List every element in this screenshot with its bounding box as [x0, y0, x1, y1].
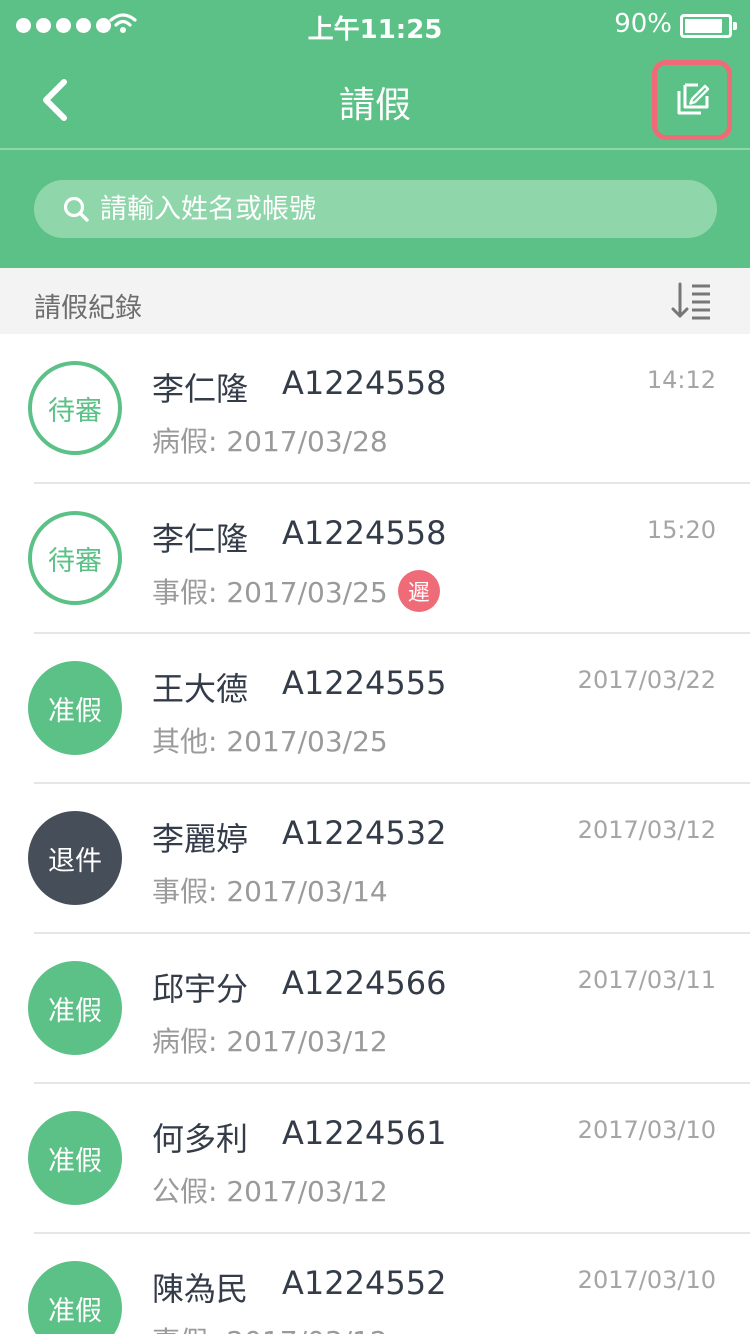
leave-type-date: 病假: 2017/03/28 [152, 425, 388, 458]
employee-id: A1224555 [282, 664, 447, 702]
leave-type-date: 其他: 2017/03/25 [152, 725, 388, 758]
edit-icon [677, 83, 710, 115]
leave-type-date: 病假: 2017/03/12 [152, 1025, 388, 1058]
sort-button[interactable] [670, 280, 716, 322]
list-item[interactable]: 准假 何多利 A1224561 公假: 2017/03/12 2017/03/10 [0, 1084, 750, 1234]
leave-type-date: 事假: 2017/03/25 [152, 576, 388, 609]
status-badge: 待審 [28, 361, 122, 455]
record-time: 15:20 [646, 516, 716, 544]
nav-divider [0, 148, 750, 150]
leave-info: 事假: 2017/03/25 遲 [152, 570, 440, 612]
employee-id: A1224561 [282, 1114, 447, 1152]
search-icon [63, 196, 89, 222]
leave-type-date: 事假: 2017/03/14 [152, 875, 388, 908]
employee-id: A1224566 [282, 964, 447, 1002]
leave-record-list: 待審 李仁隆 A1224558 病假: 2017/03/28 14:12 待審 李仁隆 A12… [0, 334, 750, 1334]
record-time: 2017/03/10 [577, 1266, 716, 1294]
employee-info: 李仁隆 A1224558 [152, 514, 446, 560]
employee-info: 王大德 A1224555 [152, 664, 446, 710]
employee-id: A1224532 [282, 814, 447, 852]
employee-id: A1224558 [282, 514, 447, 552]
leave-screen: 上午11:25 90% 請假 請輸入姓名或帳號 請假紀錄 待審 李仁隆 A122… [0, 0, 750, 1334]
employee-name: 王大德 [152, 670, 249, 708]
leave-info: 事假: 2017/03/12 [152, 1320, 388, 1334]
list-item[interactable]: 待審 李仁隆 A1224558 病假: 2017/03/28 14:12 [0, 334, 750, 484]
status-badge: 待審 [28, 511, 122, 605]
section-title: 請假紀錄 [34, 293, 142, 324]
battery-level [685, 19, 723, 33]
list-item[interactable]: 准假 王大德 A1224555 其他: 2017/03/25 2017/03/22 [0, 634, 750, 784]
header: 上午11:25 90% 請假 [0, 0, 750, 268]
employee-name: 李仁隆 [152, 520, 249, 558]
battery-icon [680, 14, 737, 38]
employee-info: 何多利 A1224561 [152, 1114, 446, 1160]
leave-info: 其他: 2017/03/25 [152, 720, 388, 760]
page-title: 請假 [338, 85, 411, 126]
employee-info: 陳為民 A1224552 [152, 1264, 446, 1310]
leave-info: 事假: 2017/03/14 [152, 870, 388, 910]
leave-info: 公假: 2017/03/12 [152, 1170, 388, 1210]
record-time: 14:12 [646, 366, 716, 394]
employee-info: 李麗婷 A1224532 [152, 814, 446, 860]
record-time: 2017/03/10 [577, 1116, 716, 1144]
status-badge: 准假 [28, 961, 122, 1055]
section-header: 請假紀錄 [0, 268, 750, 334]
employee-name: 邱宇分 [152, 970, 249, 1008]
battery-percent: 90% [614, 9, 672, 39]
employee-info: 李仁隆 A1224558 [152, 364, 446, 410]
record-time: 2017/03/11 [577, 966, 716, 994]
nav-bar: 請假 [0, 50, 750, 148]
status-badge: 退件 [28, 811, 122, 905]
record-time: 2017/03/12 [577, 816, 716, 844]
compose-button[interactable] [652, 60, 732, 140]
leave-info: 病假: 2017/03/28 [152, 420, 388, 460]
list-item[interactable]: 退件 李麗婷 A1224532 事假: 2017/03/14 2017/03/12 [0, 784, 750, 934]
late-tag: 遲 [397, 570, 440, 612]
search-bar[interactable] [34, 180, 717, 238]
employee-info: 邱宇分 A1224566 [152, 964, 446, 1010]
employee-name: 李麗婷 [152, 820, 249, 858]
status-badge: 准假 [28, 661, 122, 755]
list-item[interactable]: 准假 邱宇分 A1224566 病假: 2017/03/12 2017/03/11 [0, 934, 750, 1084]
leave-type-date: 事假: 2017/03/12 [152, 1320, 388, 1334]
employee-name: 陳為民 [152, 1270, 249, 1308]
employee-id: A1224552 [282, 1264, 447, 1302]
record-time: 2017/03/22 [577, 666, 716, 694]
leave-info: 病假: 2017/03/12 [152, 1020, 388, 1060]
status-bar: 上午11:25 90% [0, 0, 750, 50]
list-item[interactable]: 准假陳為民 A1224552 事假: 2017/03/12 2017/03/10 [0, 1234, 750, 1334]
employee-name: 何多利 [152, 1120, 249, 1158]
employee-id: A1224558 [282, 364, 447, 402]
employee-name: 李仁隆 [152, 370, 249, 408]
status-badge: 准假 [28, 1261, 122, 1334]
search-input[interactable] [100, 180, 690, 238]
status-badge: 准假 [28, 1111, 122, 1205]
list-item[interactable]: 待審 李仁隆 A1224558 事假: 2017/03/25 遲 15:20 [0, 484, 750, 634]
leave-type-date: 公假: 2017/03/12 [152, 1175, 388, 1208]
